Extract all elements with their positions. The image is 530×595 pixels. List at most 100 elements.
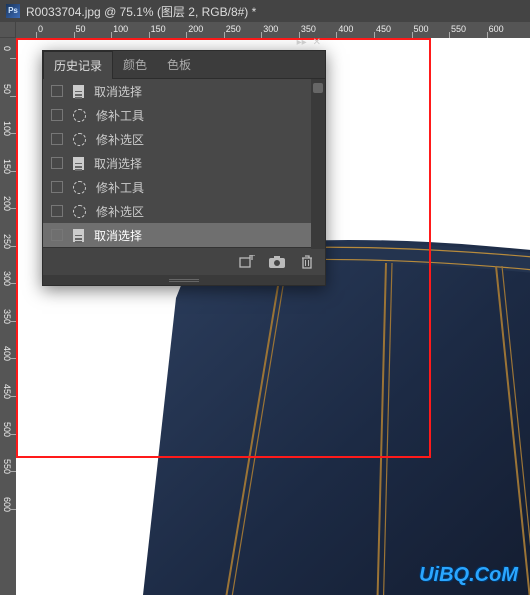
history-item[interactable]: 修补选区 xyxy=(43,199,325,223)
ruler-tick-label: 50 xyxy=(76,24,86,34)
ruler-horizontal[interactable]: 050100150200250300350400450500550600 xyxy=(16,22,530,38)
ruler-tick-label: 500 xyxy=(414,24,429,34)
document-icon xyxy=(73,157,84,170)
history-item[interactable]: 修补工具 xyxy=(43,175,325,199)
ruler-tick: 150 xyxy=(0,171,16,172)
new-document-from-state-icon[interactable] xyxy=(239,254,255,270)
history-item-label: 修补工具 xyxy=(96,107,317,124)
document-icon xyxy=(73,229,84,242)
ruler-tick-label: 150 xyxy=(2,159,12,174)
document-title: R0033704.jpg @ 75.1% (图层 2, RGB/8#) * xyxy=(26,3,256,20)
scrollbar-thumb[interactable] xyxy=(313,83,323,93)
history-item[interactable]: 修补工具 xyxy=(43,103,325,127)
ruler-tick-label: 550 xyxy=(2,459,12,474)
ruler-tick-label: 0 xyxy=(2,46,12,51)
ruler-tick: 50 xyxy=(74,22,75,38)
ruler-tick: 150 xyxy=(149,22,150,38)
history-item[interactable]: 取消选择 xyxy=(43,223,325,247)
ruler-tick: 550 xyxy=(449,22,450,38)
ruler-tick-label: 350 xyxy=(301,24,316,34)
panel-body: 取消选择修补工具修补选区取消选择修补工具修补选区取消选择 xyxy=(43,79,325,247)
ruler-tick: 100 xyxy=(0,133,16,134)
ruler-tick: 300 xyxy=(0,283,16,284)
ruler-tick-label: 550 xyxy=(451,24,466,34)
ruler-tick-label: 200 xyxy=(188,24,203,34)
history-item-label: 修补选区 xyxy=(96,131,317,148)
ruler-tick: 450 xyxy=(374,22,375,38)
history-item-label: 取消选择 xyxy=(94,227,317,244)
history-list: 取消选择修补工具修补选区取消选择修补工具修补选区取消选择 xyxy=(43,79,325,247)
history-item-label: 取消选择 xyxy=(94,155,317,172)
watermark: UiBQ.CoM xyxy=(419,564,518,587)
ruler-tick-label: 250 xyxy=(2,234,12,249)
ruler-vertical[interactable]: 050100150200250300350400450500550600 xyxy=(0,38,16,595)
ruler-tick: 500 xyxy=(412,22,413,38)
ruler-tick-label: 200 xyxy=(2,196,12,211)
ruler-tick: 350 xyxy=(299,22,300,38)
history-visibility-toggle[interactable] xyxy=(51,181,63,193)
ruler-tick-label: 500 xyxy=(2,422,12,437)
tab-label: 色板 xyxy=(167,58,191,72)
ruler-tick: 100 xyxy=(111,22,112,38)
photoshop-icon: Ps xyxy=(6,4,20,18)
ruler-tick: 400 xyxy=(0,358,16,359)
ruler-tick: 50 xyxy=(0,96,16,97)
ruler-tick-label: 100 xyxy=(2,121,12,136)
tab-label: 历史记录 xyxy=(54,59,102,73)
panel-resize-handle[interactable] xyxy=(43,275,325,285)
ruler-tick-label: 600 xyxy=(2,497,12,512)
history-item[interactable]: 修补选区 xyxy=(43,127,325,151)
ruler-tick: 250 xyxy=(0,246,16,247)
ruler-tick-label: 100 xyxy=(113,24,128,34)
grip-icon xyxy=(169,279,199,282)
tab-history[interactable]: 历史记录 xyxy=(43,51,113,79)
delete-icon[interactable] xyxy=(299,254,315,270)
marquee-icon xyxy=(73,133,86,146)
history-visibility-toggle[interactable] xyxy=(51,229,63,241)
history-visibility-toggle[interactable] xyxy=(51,133,63,145)
tab-swatches[interactable]: 色板 xyxy=(157,51,201,79)
history-visibility-toggle[interactable] xyxy=(51,205,63,217)
history-visibility-toggle[interactable] xyxy=(51,109,63,121)
ruler-tick: 300 xyxy=(261,22,262,38)
history-visibility-toggle[interactable] xyxy=(51,85,63,97)
ruler-tick: 200 xyxy=(186,22,187,38)
ruler-tick: 550 xyxy=(0,471,16,472)
panel-scrollbar[interactable] xyxy=(311,79,325,249)
document-icon xyxy=(73,85,84,98)
ruler-tick-label: 50 xyxy=(2,84,12,94)
panel-menu-icon[interactable]: ▸▸ xyxy=(297,37,307,48)
ruler-tick-label: 400 xyxy=(2,346,12,361)
history-item-label: 取消选择 xyxy=(94,83,317,100)
history-panel[interactable]: ▸▸ ✕ 历史记录 颜色 色板 取消选择修补工具修补选区取消选择修补工具修补选区… xyxy=(42,50,326,286)
ruler-tick-label: 0 xyxy=(38,24,43,34)
history-item[interactable]: 取消选择 xyxy=(43,151,325,175)
tab-label: 颜色 xyxy=(123,58,147,72)
ruler-tick: 400 xyxy=(336,22,337,38)
ruler-tick: 600 xyxy=(487,22,488,38)
ruler-tick: 350 xyxy=(0,321,16,322)
ruler-tick-label: 400 xyxy=(338,24,353,34)
ruler-tick-label: 350 xyxy=(2,309,12,324)
marquee-icon xyxy=(73,205,86,218)
ruler-tick: 500 xyxy=(0,434,16,435)
history-item-label: 修补选区 xyxy=(96,203,317,220)
marquee-icon xyxy=(73,109,86,122)
panel-close-icon[interactable]: ✕ xyxy=(313,37,321,48)
ruler-tick-label: 600 xyxy=(489,24,504,34)
history-item[interactable]: 取消选择 xyxy=(43,79,325,103)
panel-header: ▸▸ ✕ 历史记录 颜色 色板 xyxy=(43,51,325,79)
history-visibility-toggle[interactable] xyxy=(51,157,63,169)
tab-color[interactable]: 颜色 xyxy=(113,51,157,79)
ruler-tick: 0 xyxy=(36,22,37,38)
ruler-tick-label: 450 xyxy=(2,384,12,399)
ruler-tick: 0 xyxy=(0,58,16,59)
snapshot-icon[interactable] xyxy=(269,254,285,270)
title-bar: Ps R0033704.jpg @ 75.1% (图层 2, RGB/8#) * xyxy=(0,0,530,22)
ruler-tick: 450 xyxy=(0,396,16,397)
ruler-tick-label: 300 xyxy=(263,24,278,34)
ruler-tick-label: 450 xyxy=(376,24,391,34)
ruler-origin[interactable] xyxy=(0,22,16,38)
panel-footer xyxy=(43,247,325,275)
ruler-tick: 200 xyxy=(0,208,16,209)
